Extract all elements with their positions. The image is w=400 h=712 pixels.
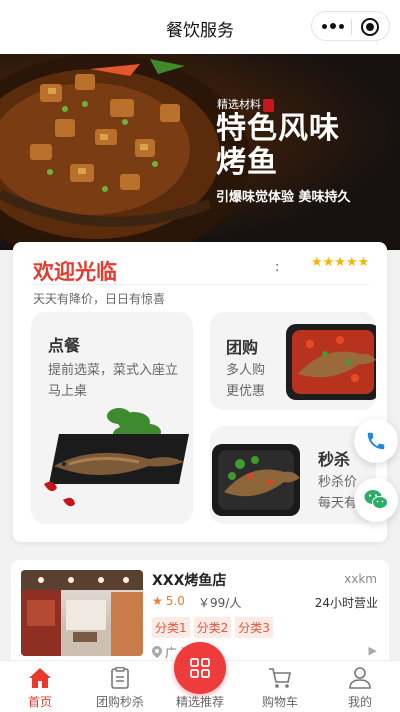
welcome-subtitle: 天天有降价，日日有惊喜: [33, 292, 166, 306]
store-photo: [21, 570, 143, 656]
order-desc: 提前选菜，菜式入座立马上桌: [48, 363, 179, 399]
tab-featured-label: 精选推荐: [175, 695, 224, 709]
nav-bar: 餐饮服务: [0, 0, 400, 54]
seckill-title: 秒杀: [318, 450, 351, 469]
welcome-colon: :: [275, 260, 280, 275]
tab-cart[interactable]: 购物车: [240, 661, 320, 712]
welcome-card: 欢迎光临 : ★★★★★ 天天有降价，日日有惊喜 点餐 提前选菜，菜式入座立马上…: [13, 242, 387, 542]
order-title: 点餐: [48, 336, 81, 355]
store-hours: 24小时营业: [314, 596, 378, 610]
order-tile[interactable]: 点餐 提前选菜，菜式入座立马上桌: [31, 312, 193, 524]
cart-icon: [269, 668, 291, 688]
welcome-title: 欢迎光临: [33, 260, 117, 284]
clipboard-icon: [111, 667, 129, 689]
banner-headline-line2: 烤鱼: [216, 145, 278, 180]
phone-button[interactable]: [354, 419, 398, 463]
grid-icon: [190, 658, 210, 678]
phone-icon: [367, 432, 385, 450]
more-icon[interactable]: [322, 20, 344, 32]
group-buy-tile[interactable]: 团购 多人购 更优惠: [210, 312, 376, 410]
user-icon: [349, 667, 371, 689]
wechat-button[interactable]: [354, 478, 398, 522]
tab-cart-label: 购物车: [261, 695, 298, 709]
store-rating-value: 5.0: [165, 594, 185, 608]
mini-program-capsule: [311, 11, 390, 41]
banner-headline-line1: 特色风味: [216, 111, 340, 146]
chevron-right-icon[interactable]: ▶: [369, 644, 377, 657]
banner-tag-text: 精选材料: [217, 98, 261, 111]
home-icon: [29, 668, 51, 688]
fish-plate-image: [212, 444, 300, 516]
rating-stars: ★★★★★: [311, 255, 370, 270]
store-interior-image: [21, 570, 143, 656]
store-tags: 分类1 分类2 分类3: [152, 617, 273, 638]
tab-group-seckill-label: 团购秒杀: [95, 695, 144, 709]
store-name: XXX烤鱼店: [152, 573, 227, 589]
banner-subtitle: 引爆味觉体验 美味持久: [216, 190, 351, 205]
tab-home-label: 首页: [27, 695, 52, 709]
tab-profile[interactable]: 我的: [320, 661, 400, 712]
store-distance: xxkm: [344, 572, 377, 586]
promo-banner[interactable]: 精选材料 特色风味 烤鱼 引爆味觉体验 美味持久: [0, 54, 400, 250]
tab-profile-label: 我的: [347, 695, 372, 709]
star-icon: ★: [152, 594, 163, 608]
location-pin-icon: [152, 646, 162, 658]
store-price: ￥99/人: [198, 596, 242, 610]
seckill-tile[interactable]: 秒杀 秒杀价 每天有: [210, 426, 376, 524]
capsule-divider: [351, 19, 352, 35]
wechat-icon: [364, 490, 388, 509]
tab-group-seckill[interactable]: 团购秒杀: [80, 661, 160, 712]
close-icon[interactable]: [361, 18, 379, 36]
group-buy-title: 团购: [226, 338, 259, 357]
store-tag: 分类2: [193, 617, 232, 638]
banner-tag: 精选材料: [217, 96, 274, 112]
featured-center-button[interactable]: [174, 642, 226, 694]
grilled-fish-image: [0, 54, 250, 250]
fish-tray-image: [286, 324, 376, 400]
tab-home[interactable]: 首页: [0, 661, 80, 712]
store-tag: 分类3: [235, 617, 273, 638]
divider: [31, 284, 369, 285]
store-rating: ★ 5.0: [152, 594, 185, 608]
seal-icon: [263, 98, 274, 112]
store-tag: 分类1: [152, 617, 190, 638]
fish-dish-image: [44, 408, 189, 507]
banner-headline: 特色风味 烤鱼: [216, 112, 340, 180]
